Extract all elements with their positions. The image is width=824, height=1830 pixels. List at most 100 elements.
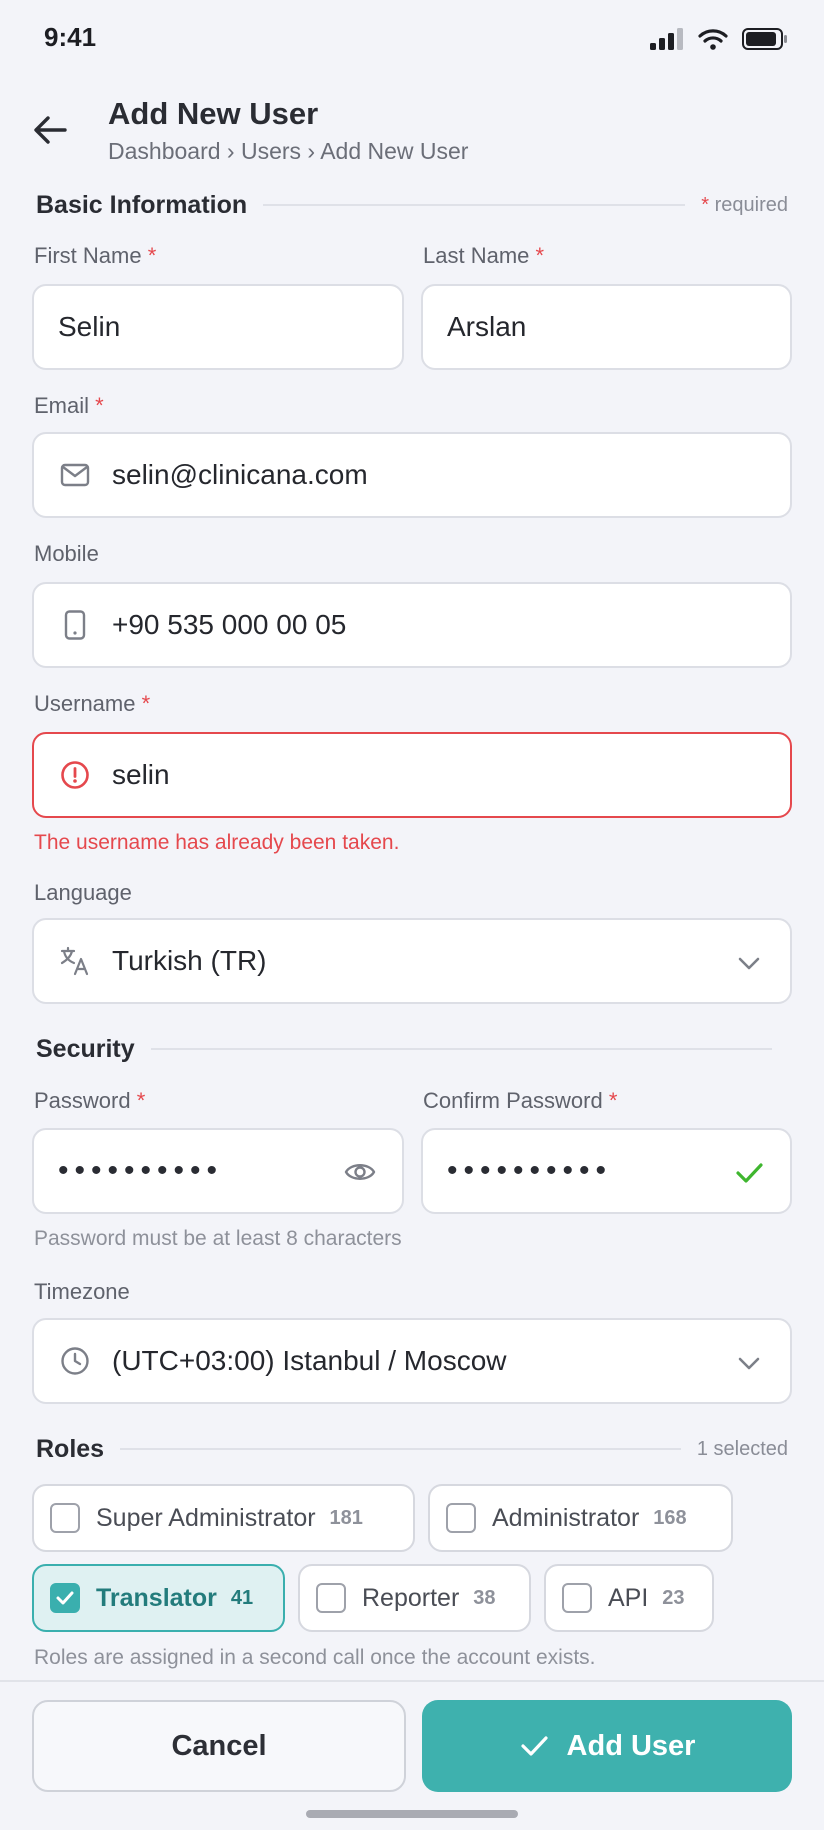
checkbox[interactable]: [316, 1583, 346, 1613]
roles-selected-count: 1 selected: [696, 1437, 788, 1460]
mobile-label: Mobile: [34, 541, 99, 566]
check-icon: [56, 1591, 74, 1605]
required-star: *: [147, 243, 157, 268]
required-star: *: [608, 1088, 618, 1113]
home-indicator: [306, 1810, 518, 1818]
mobile-field[interactable]: +90 535 000 00 05: [32, 582, 792, 668]
required-star: *: [95, 393, 104, 418]
header: Add New User Dashboard › Users › Add New…: [0, 92, 824, 172]
checkbox[interactable]: [562, 1583, 592, 1613]
first-name-label: First Name *: [34, 243, 156, 269]
password-field[interactable]: ••••••••••: [32, 1128, 404, 1214]
breadcrumb: Dashboard › Users › Add New User: [108, 138, 469, 164]
email-value: selin@clinicana.com: [112, 459, 368, 490]
username-label: Username *: [34, 691, 150, 717]
role-chip-translator[interactable]: Translator 41: [32, 1564, 285, 1632]
section-title-basic: Basic Information: [36, 190, 248, 219]
checkbox[interactable]: [50, 1503, 80, 1533]
role-chip-reporter[interactable]: Reporter 38: [298, 1564, 531, 1632]
wifi-icon: [698, 29, 728, 50]
section-title-security: Security: [36, 1034, 135, 1063]
password-hint: Password must be at least 8 characters: [34, 1227, 402, 1250]
chevron-down-icon: [738, 957, 760, 970]
security-section-header: Security: [36, 1032, 788, 1066]
timezone-select[interactable]: (UTC+03:00) Istanbul / Moscow: [32, 1318, 792, 1404]
first-name-label-text: First Name: [34, 243, 142, 268]
required-note-text: required: [714, 193, 788, 216]
confirm-password-field[interactable]: ••••••••••: [421, 1128, 792, 1214]
role-count: 41: [230, 1586, 254, 1609]
cancel-button[interactable]: Cancel: [32, 1700, 406, 1792]
required-star: *: [136, 1088, 146, 1113]
role-label: Super Administrator: [96, 1503, 316, 1532]
back-button[interactable]: [30, 110, 70, 150]
phone-icon: [60, 610, 90, 640]
roles-section-header: Roles 1 selected: [36, 1432, 788, 1466]
status-bar: 9:41: [0, 0, 824, 80]
last-name-label: Last Name *: [423, 243, 544, 269]
last-name-value: Arslan: [447, 311, 527, 342]
role-chip-api[interactable]: API 23: [544, 1564, 714, 1632]
role-count: 23: [662, 1586, 685, 1609]
clock-icon: [60, 1346, 90, 1376]
role-label: API: [608, 1583, 649, 1612]
username-value: selin: [112, 759, 170, 790]
role-count: 168: [653, 1506, 687, 1529]
eye-icon[interactable]: [344, 1158, 376, 1186]
language-label: Language: [34, 880, 132, 905]
language-select[interactable]: Turkish (TR): [32, 918, 792, 1004]
first-name-value: Selin: [58, 311, 121, 342]
required-star: *: [701, 193, 710, 216]
role-count: 38: [473, 1586, 496, 1609]
required-note: * required: [701, 194, 788, 217]
confirm-password-label: Confirm Password *: [423, 1088, 617, 1114]
language-value: Turkish (TR): [112, 945, 267, 976]
required-star: *: [141, 691, 151, 716]
arrow-left-icon: [34, 116, 67, 144]
role-chip-super-administrator[interactable]: Super Administrator 181: [32, 1484, 415, 1552]
timezone-value: (UTC+03:00) Istanbul / Moscow: [112, 1345, 507, 1376]
page-title: Add New User: [108, 96, 319, 131]
footer-action-bar: Cancel Add User: [0, 1680, 824, 1830]
confirm-password-label-text: Confirm Password: [423, 1088, 603, 1113]
roles-note: Roles are assigned in a second call once…: [34, 1646, 596, 1669]
checkbox[interactable]: [446, 1503, 476, 1533]
role-chip-administrator[interactable]: Administrator 168: [428, 1484, 733, 1552]
first-name-field[interactable]: Selin: [32, 284, 404, 370]
email-field[interactable]: selin@clinicana.com: [32, 432, 792, 518]
last-name-field[interactable]: Arslan: [421, 284, 792, 370]
role-label: Administrator: [492, 1503, 640, 1532]
check-icon: [734, 1158, 764, 1188]
section-divider: [120, 1448, 681, 1450]
role-label: Translator: [96, 1583, 217, 1612]
alert-circle-icon: [60, 760, 90, 790]
username-field[interactable]: selin: [32, 732, 792, 818]
password-value: ••••••••••: [58, 1154, 224, 1187]
add-user-button[interactable]: Add User: [422, 1700, 792, 1792]
check-icon: [520, 1736, 548, 1756]
section-title-roles: Roles: [36, 1434, 105, 1463]
confirm-password-value: ••••••••••: [447, 1154, 613, 1187]
status-time: 9:41: [44, 22, 97, 52]
last-name-label-text: Last Name: [423, 243, 530, 268]
signal-icon: [650, 28, 683, 50]
role-count: 181: [329, 1506, 363, 1529]
chevron-down-icon: [738, 1357, 760, 1370]
checkbox-checked[interactable]: [50, 1583, 80, 1613]
mobile-value: +90 535 000 00 05: [112, 609, 347, 640]
email-label-text: Email: [34, 393, 90, 418]
password-label-text: Password: [34, 1088, 131, 1113]
battery-icon: [742, 28, 787, 50]
username-error: The username has already been taken.: [34, 831, 400, 854]
timezone-label: Timezone: [34, 1279, 130, 1304]
section-divider: [263, 204, 686, 206]
translate-icon: [60, 946, 90, 976]
section-divider: [150, 1048, 772, 1050]
add-user-label: Add User: [566, 1729, 696, 1762]
username-label-text: Username: [34, 691, 136, 716]
role-label: Reporter: [362, 1583, 460, 1612]
status-icons: [650, 26, 788, 52]
basic-info-section-header: Basic Information * required: [36, 188, 788, 222]
mail-icon: [60, 460, 90, 490]
email-label: Email *: [34, 393, 104, 419]
